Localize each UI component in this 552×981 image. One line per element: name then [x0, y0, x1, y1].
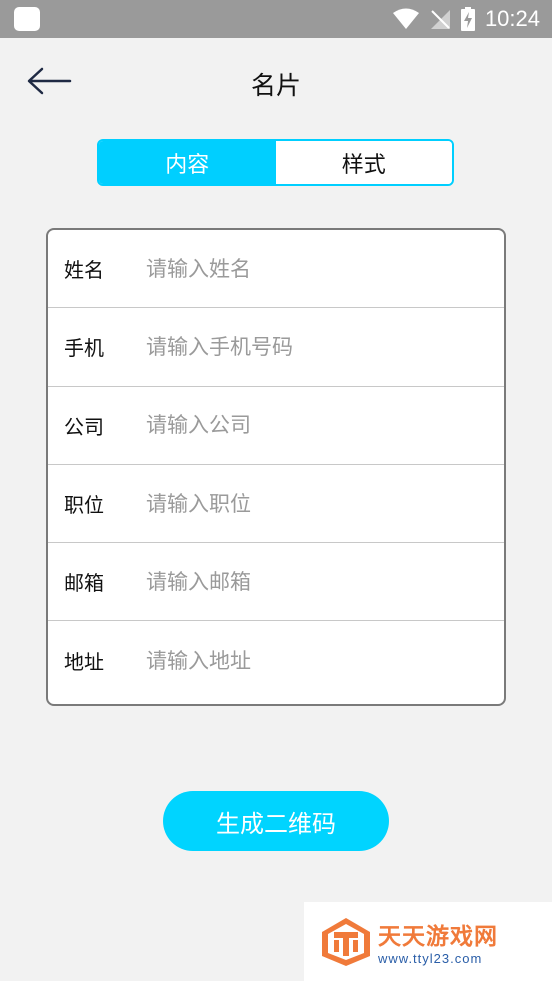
tab-style[interactable]: 样式 — [275, 141, 452, 184]
phone-label: 手机 — [64, 336, 104, 361]
form-row-email: 邮箱 — [48, 543, 504, 622]
position-input[interactable] — [146, 483, 504, 524]
phone-input[interactable] — [146, 326, 504, 367]
form-row-company: 公司 — [48, 387, 504, 465]
wifi-icon — [392, 8, 419, 30]
form-row-phone: 手机 — [48, 308, 504, 387]
page-title: 名片 — [250, 71, 301, 100]
email-label: 邮箱 — [64, 571, 104, 596]
generate-qr-button[interactable]: 生成二维码 — [163, 791, 389, 851]
status-bar: 10:24 — [0, 0, 552, 38]
form-row-position: 职位 — [48, 465, 504, 544]
watermark-url: www.ttyl23.com — [378, 951, 483, 966]
site-logo-icon — [322, 917, 370, 966]
status-time: 10:24 — [484, 6, 540, 31]
app-icon — [14, 7, 40, 31]
battery-charging-icon — [460, 7, 475, 31]
position-label: 职位 — [64, 493, 104, 518]
company-label: 公司 — [64, 414, 104, 439]
status-icons: 10:24 — [392, 0, 540, 38]
tab-content[interactable]: 内容 — [99, 141, 276, 184]
business-card-form: 姓名 手机 公司 职位 邮箱 地址 — [46, 228, 506, 706]
name-input[interactable] — [146, 248, 504, 289]
address-label: 地址 — [64, 650, 104, 675]
form-row-address: 地址 — [48, 621, 504, 699]
app-bar: 名片 — [0, 38, 552, 124]
no-signal-icon — [429, 8, 451, 30]
company-input[interactable] — [146, 405, 504, 446]
name-label: 姓名 — [64, 258, 104, 283]
email-input[interactable] — [146, 561, 504, 602]
watermark-title: 天天游戏网 — [378, 924, 498, 950]
tab-switcher: 内容 样式 — [97, 139, 454, 186]
form-row-name: 姓名 — [48, 230, 504, 309]
address-input[interactable] — [146, 640, 504, 681]
watermark: 天天游戏网 www.ttyl23.com — [304, 902, 552, 981]
